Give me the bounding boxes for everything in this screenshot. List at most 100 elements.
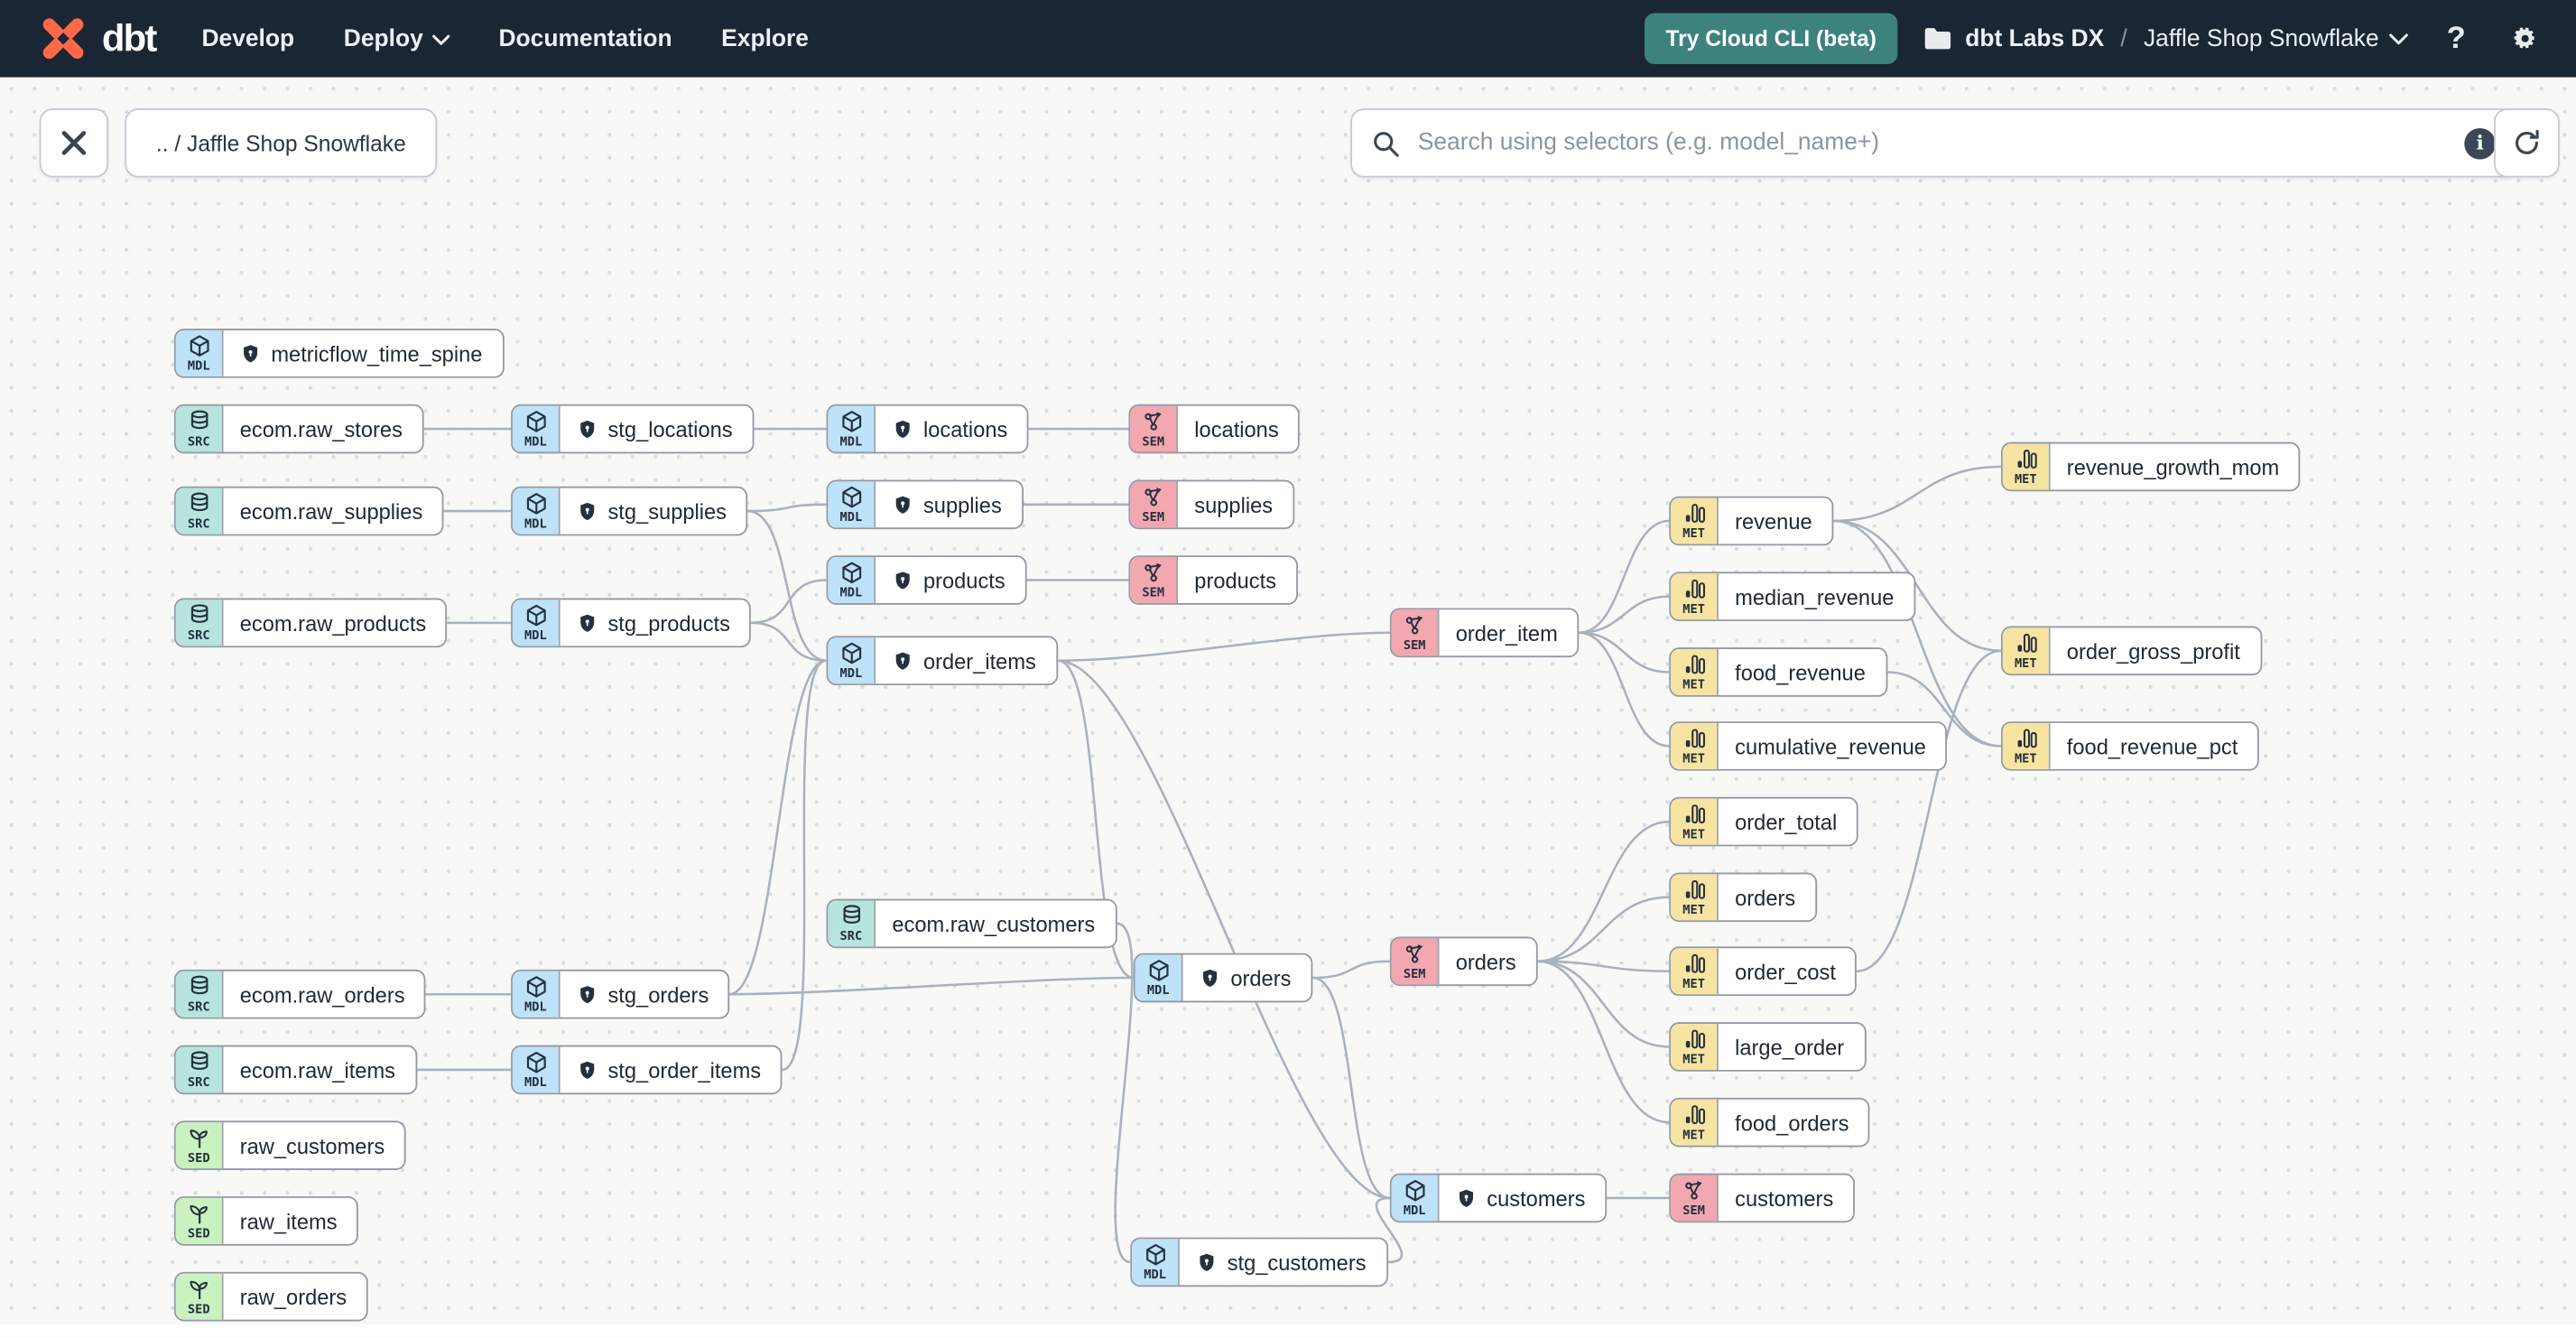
search-input[interactable] — [1414, 127, 2450, 158]
cube-icon: MDL — [828, 637, 876, 684]
node-label: ecom.raw_products — [239, 610, 427, 636]
semantic-graph-icon: SEM — [1130, 557, 1179, 604]
node-label: products — [876, 557, 1024, 603]
graph-node-order_items_mdl[interactable]: MDL order_items — [826, 636, 1058, 686]
graph-node-products_sem[interactable]: SEM products — [1128, 555, 1298, 605]
close-lineage-button[interactable] — [39, 108, 109, 178]
node-label: customers — [1735, 1185, 1834, 1211]
graph-node-supplies_mdl[interactable]: MDL supplies — [826, 479, 1024, 530]
selector-search[interactable]: i — [1350, 108, 2517, 178]
nav-item-documentation[interactable]: Documentation — [498, 25, 672, 51]
seedling-icon: SED — [175, 1273, 224, 1320]
gear-icon[interactable] — [2504, 17, 2546, 60]
dbt-logo-icon — [42, 18, 84, 60]
graph-node-raw_orders_src[interactable]: SRC ecom.raw_orders — [173, 969, 427, 1019]
node-label: food_revenue_pct — [2066, 733, 2238, 759]
semantic-graph-icon: SEM — [1391, 609, 1440, 656]
graph-node-stg_supplies[interactable]: MDL stg_supplies — [511, 486, 748, 536]
cube-icon: MDL — [828, 405, 876, 452]
graph-node-locations_sem[interactable]: SEM locations — [1128, 404, 1301, 454]
graph-node-median_revenue[interactable]: MET median_revenue — [1669, 571, 1916, 622]
graph-node-stg_locations[interactable]: MDL stg_locations — [511, 404, 755, 454]
node-label: stg_order_items — [561, 1046, 781, 1092]
account-name[interactable]: dbt Labs DX — [1965, 25, 2104, 51]
node-label: ecom.raw_items — [239, 1057, 396, 1082]
graph-node-order_cost[interactable]: MET order_cost — [1669, 946, 1858, 997]
graph-node-revenue_growth_mom[interactable]: MET revenue_growth_mom — [2001, 441, 2301, 492]
node-label: metricflow_time_spine — [224, 330, 503, 376]
graph-node-stg_customers[interactable]: MDL stg_customers — [1130, 1237, 1388, 1287]
metric-bars-icon: MET — [2002, 722, 2051, 769]
graph-node-customers_mdl[interactable]: MDL customers — [1389, 1173, 1608, 1223]
metric-bars-icon: MET — [1671, 722, 1719, 769]
refresh-lineage-button[interactable] — [2494, 108, 2560, 178]
metric-bars-icon: MET — [2002, 627, 2051, 674]
graph-node-food_revenue_pct[interactable]: MET food_revenue_pct — [2001, 721, 2259, 771]
node-label: raw_items — [239, 1208, 338, 1234]
metric-bars-icon: MET — [1671, 874, 1719, 921]
lineage-breadcrumb[interactable]: .. / Jaffle Shop Snowflake — [125, 108, 438, 178]
graph-node-mts[interactable]: MDL metricflow_time_spine — [173, 329, 505, 378]
help-icon[interactable]: ? — [2435, 17, 2478, 60]
node-label: ecom.raw_customers — [892, 911, 1096, 936]
graph-node-raw_items_src[interactable]: SRC ecom.raw_items — [173, 1045, 417, 1095]
cube-icon: MDL — [512, 488, 561, 534]
graph-node-raw_orders_seed[interactable]: SED raw_orders — [173, 1271, 368, 1322]
graph-node-locations_mdl[interactable]: MDL locations — [826, 404, 1030, 454]
node-label: order_gross_profit — [2066, 638, 2240, 664]
semantic-graph-icon: SEM — [1130, 405, 1179, 452]
account-breadcrumb[interactable]: dbt Labs DX / Jaffle Shop Snowflake — [1924, 25, 2409, 51]
node-label: customers — [1439, 1175, 1605, 1221]
graph-node-supplies_sem[interactable]: SEM supplies — [1128, 479, 1294, 530]
cube-icon: MDL — [828, 557, 876, 604]
try-cloud-cli-button[interactable]: Try Cloud CLI (beta) — [1644, 13, 1898, 64]
graph-node-orders_met[interactable]: MET orders — [1669, 872, 1817, 923]
seedling-icon: SED — [175, 1197, 224, 1244]
graph-node-raw_items_seed[interactable]: SED raw_items — [173, 1196, 359, 1246]
graph-node-raw_products_src[interactable]: SRC ecom.raw_products — [173, 598, 448, 648]
graph-node-revenue[interactable]: MET revenue — [1669, 496, 1834, 546]
nav-item-deploy[interactable]: Deploy — [344, 25, 449, 51]
node-label: revenue — [1735, 508, 1812, 534]
graph-node-stg_order_items[interactable]: MDL stg_order_items — [511, 1045, 783, 1095]
graph-node-orders_mdl[interactable]: MDL orders — [1133, 952, 1313, 1003]
graph-node-raw_supplies_src[interactable]: SRC ecom.raw_supplies — [173, 486, 444, 536]
graph-node-orders_sem[interactable]: SEM orders — [1389, 936, 1538, 987]
graph-node-raw_customers_seed[interactable]: SED raw_customers — [173, 1120, 406, 1170]
graph-node-raw_customers_src[interactable]: SRC ecom.raw_customers — [826, 898, 1117, 949]
dbt-logo[interactable]: dbt — [36, 12, 157, 66]
nav-item-explore[interactable]: Explore — [721, 25, 809, 51]
info-icon[interactable]: i — [2464, 127, 2496, 159]
database-icon: SRC — [175, 971, 224, 1017]
cube-icon: MDL — [828, 481, 876, 528]
node-label: orders — [1455, 949, 1516, 974]
graph-node-order_item_sem[interactable]: SEM order_item — [1389, 608, 1580, 658]
nav-item-develop[interactable]: Develop — [201, 25, 294, 51]
graph-node-cumulative_revenue[interactable]: MET cumulative_revenue — [1669, 721, 1948, 771]
graph-node-food_revenue[interactable]: MET food_revenue — [1669, 647, 1887, 697]
node-label: order_item — [1455, 620, 1558, 646]
node-label: orders — [1735, 885, 1796, 910]
cube-icon: MDL — [512, 599, 561, 646]
metric-bars-icon: MET — [1671, 648, 1719, 695]
breadcrumb-separator: / — [2120, 25, 2127, 52]
graph-node-stg_products[interactable]: MDL stg_products — [511, 598, 752, 648]
cube-icon: MDL — [1135, 954, 1183, 1001]
node-label: large_order — [1735, 1034, 1845, 1060]
cube-icon: MDL — [512, 971, 561, 1017]
project-name[interactable]: Jaffle Shop Snowflake — [2144, 25, 2408, 51]
graph-node-products_mdl[interactable]: MDL products — [826, 555, 1027, 605]
graph-node-order_total[interactable]: MET order_total — [1669, 796, 1858, 847]
bottom-scroll-strip[interactable] — [0, 1324, 2576, 1338]
graph-node-customers_sem[interactable]: SEM customers — [1669, 1173, 1855, 1223]
graph-node-food_orders[interactable]: MET food_orders — [1669, 1097, 1871, 1148]
shield-lock-icon — [1200, 967, 1221, 989]
graph-node-large_order[interactable]: MET large_order — [1669, 1022, 1866, 1072]
cube-icon: MDL — [1132, 1239, 1180, 1286]
graph-node-raw_stores_src[interactable]: SRC ecom.raw_stores — [173, 404, 424, 454]
node-label: stg_customers — [1180, 1239, 1386, 1285]
database-icon: SRC — [175, 405, 224, 452]
metric-bars-icon: MET — [1671, 1023, 1719, 1070]
graph-node-order_gross_profit[interactable]: MET order_gross_profit — [2001, 626, 2262, 676]
graph-node-stg_orders[interactable]: MDL stg_orders — [511, 969, 730, 1019]
